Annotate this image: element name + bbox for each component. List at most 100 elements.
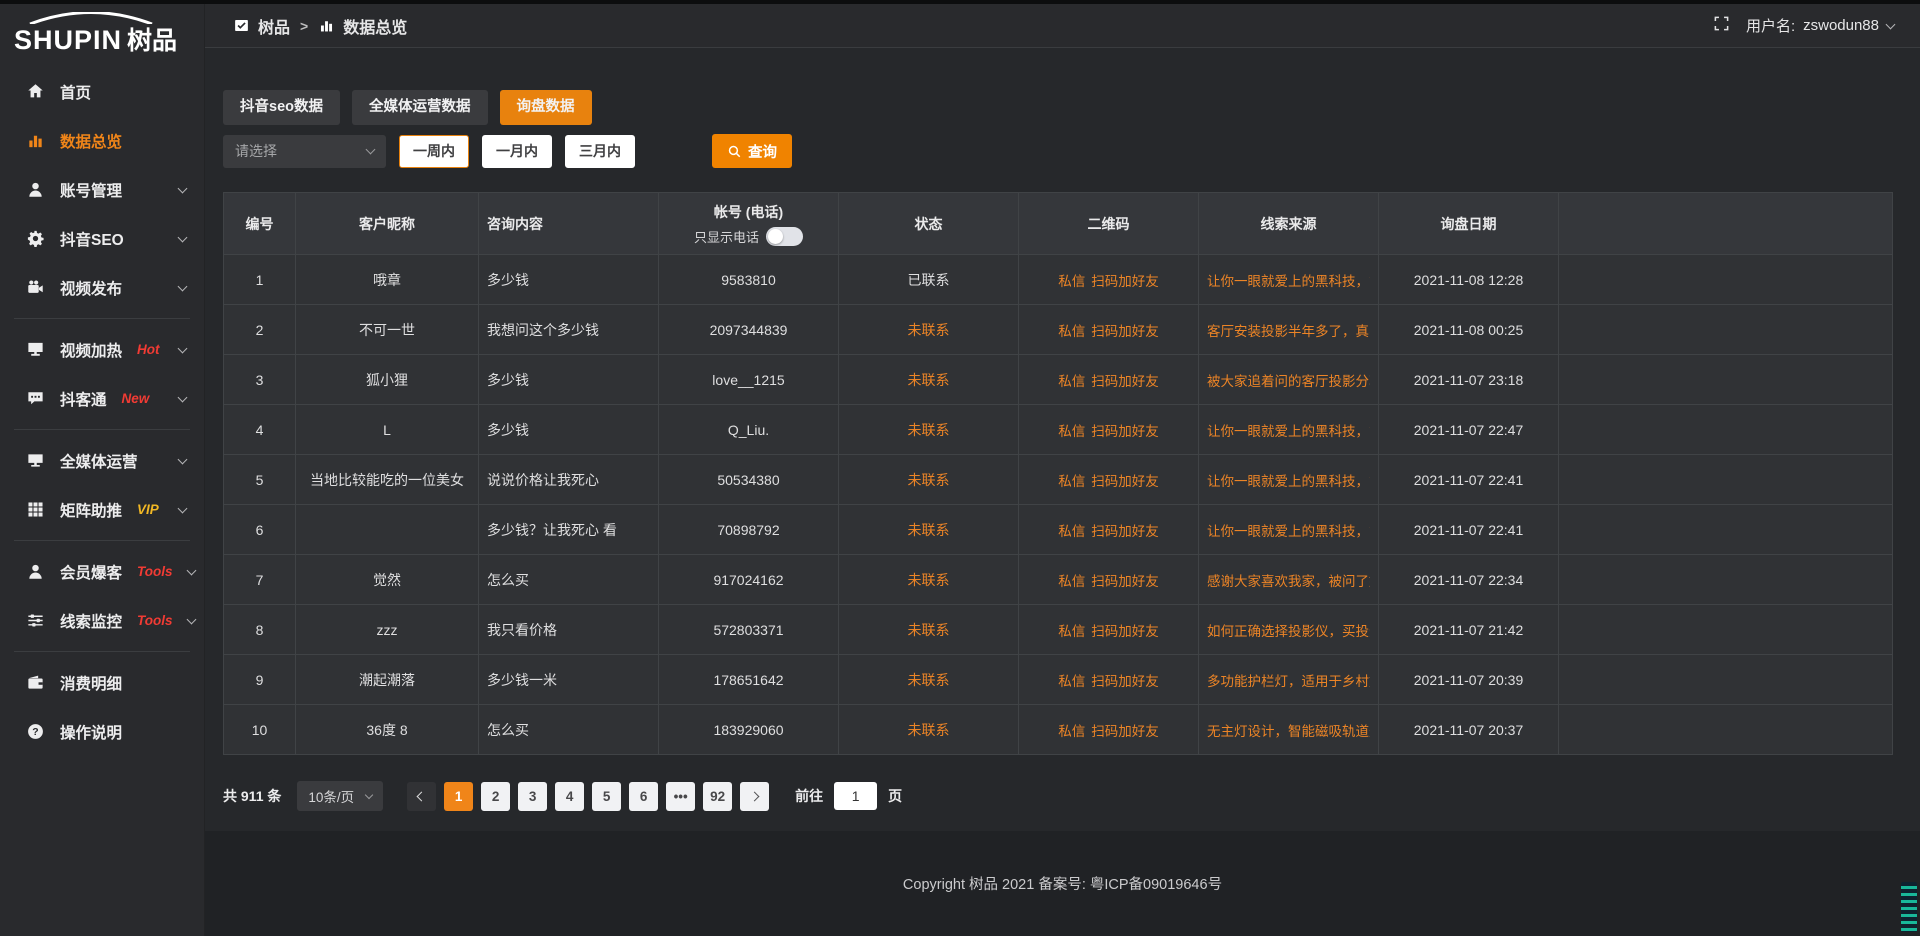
page-ellipsis[interactable]: ••• — [666, 782, 695, 811]
sidebar-item-badge: VIP — [137, 502, 159, 517]
page-button-92[interactable]: 92 — [703, 782, 732, 811]
sidebar-item-omnimedia-operation[interactable]: 全媒体运营 — [0, 436, 204, 485]
sidebar-item-label: 全媒体运营 — [60, 450, 138, 472]
page-button-3[interactable]: 3 — [518, 782, 547, 811]
sidebar-item-home[interactable]: 首页 — [0, 67, 204, 116]
page-button-5[interactable]: 5 — [592, 782, 621, 811]
sidebar-item-data-overview[interactable]: 数据总览 — [0, 116, 204, 165]
col-header-status-label: 状态 — [915, 214, 943, 234]
col-header-date: 询盘日期 — [1379, 193, 1559, 255]
sidebar-item-douketong[interactable]: 抖客通New — [0, 374, 204, 423]
period-button-2[interactable]: 一月内 — [482, 135, 552, 168]
source-link[interactable]: 客厅安装投影半年多了，真实... — [1207, 320, 1370, 340]
sidebar-item-douyin-seo[interactable]: 抖音SEO — [0, 214, 204, 263]
qr-link-scan-add-friend[interactable]: 扫码加好友 — [1091, 370, 1159, 390]
cell-date: 2021-11-07 22:47 — [1379, 405, 1559, 455]
tab-3[interactable]: 询盘数据 — [500, 90, 592, 125]
sidebar-item-video-publish[interactable]: 视频发布 — [0, 263, 204, 312]
qr-link-private-message[interactable]: 私信 — [1058, 520, 1085, 540]
goto-page-input[interactable] — [834, 782, 877, 810]
monitor-icon — [26, 451, 45, 470]
cell-filler — [1559, 305, 1893, 355]
page-size-select[interactable]: 10条/页 — [297, 781, 383, 811]
qr-link-scan-add-friend[interactable]: 扫码加好友 — [1091, 620, 1159, 640]
source-link[interactable]: 让你一眼就爱上的黑科技，能... — [1207, 420, 1370, 440]
logo-brand-cn: 树品 — [127, 21, 177, 57]
qr-link-private-message[interactable]: 私信 — [1058, 570, 1085, 590]
cell-qrcode: 私信扫码加好友 — [1019, 355, 1199, 405]
cell-nickname: 36度 8 — [296, 705, 479, 755]
col-header-content: 咨询内容 — [479, 193, 659, 255]
copyright-text: Copyright 树品 2021 备案号: 粤ICP备09019646号 — [903, 873, 1222, 894]
source-link[interactable]: 让你一眼就爱上的黑科技，能... — [1207, 520, 1370, 540]
sidebar-item-lead-monitor[interactable]: 线索监控Tools — [0, 596, 204, 645]
qr-link-scan-add-friend[interactable]: 扫码加好友 — [1091, 420, 1159, 440]
cell-content: 我想问这个多少钱 — [479, 305, 659, 355]
phone-only-toggle[interactable] — [766, 227, 803, 246]
tab-2[interactable]: 全媒体运营数据 — [352, 90, 488, 125]
source-link[interactable]: 多功能护栏灯，适用于乡村文... — [1207, 670, 1370, 690]
cell-content: 怎么买 — [479, 705, 659, 755]
page-button-4[interactable]: 4 — [555, 782, 584, 811]
qr-link-scan-add-friend[interactable]: 扫码加好友 — [1091, 670, 1159, 690]
source-link[interactable]: 如何正确选择投影仪，买投影... — [1207, 620, 1370, 640]
qr-link-scan-add-friend[interactable]: 扫码加好友 — [1091, 470, 1159, 490]
qr-link-private-message[interactable]: 私信 — [1058, 720, 1085, 740]
camera-icon — [26, 278, 45, 297]
svg-text:?: ? — [32, 727, 38, 738]
filter-select[interactable]: 请选择 — [223, 135, 386, 168]
sidebar-item-help[interactable]: ?操作说明 — [0, 707, 204, 756]
cell-id: 3 — [224, 355, 296, 405]
source-link[interactable]: 被大家追着问的客厅投影分享... — [1207, 370, 1370, 390]
sidebar-item-account-management[interactable]: 账号管理 — [0, 165, 204, 214]
sidebar-item-matrix-push[interactable]: 矩阵助推 VIP — [0, 485, 204, 534]
qr-link-private-message[interactable]: 私信 — [1058, 470, 1085, 490]
qr-link-private-message[interactable]: 私信 — [1058, 620, 1085, 640]
qr-link-private-message[interactable]: 私信 — [1058, 370, 1085, 390]
qr-link-scan-add-friend[interactable]: 扫码加好友 — [1091, 520, 1159, 540]
source-link[interactable]: 感谢大家喜欢我家，被问了好... — [1207, 570, 1370, 590]
fullscreen-icon[interactable] — [1713, 15, 1730, 36]
page-button-6[interactable]: 6 — [629, 782, 658, 811]
prev-page-button[interactable] — [407, 782, 436, 811]
chevron-down-icon — [178, 503, 188, 513]
tab-1[interactable]: 抖音seo数据 — [223, 90, 340, 125]
sidebar-item-consume-detail[interactable]: 消费明细 — [0, 658, 204, 707]
period-button-1[interactable]: 一周内 — [399, 135, 469, 168]
qr-link-scan-add-friend[interactable]: 扫码加好友 — [1091, 570, 1159, 590]
sidebar: SHUPIN 树品 首页数据总览账号管理抖音SEO视频发布视频加热Hot抖客通N… — [0, 4, 205, 936]
sidebar-item-label: 矩阵助推 — [60, 499, 122, 521]
cell-filler — [1559, 355, 1893, 405]
page-button-2[interactable]: 2 — [481, 782, 510, 811]
source-link[interactable]: 无主灯设计，智能磁吸轨道灯... — [1207, 720, 1370, 740]
user-menu[interactable]: 用户名: zswodun88 — [1746, 15, 1894, 36]
qr-link-private-message[interactable]: 私信 — [1058, 670, 1085, 690]
qr-link-private-message[interactable]: 私信 — [1058, 270, 1085, 290]
next-page-button[interactable] — [740, 782, 769, 811]
source-link[interactable]: 让你一眼就爱上的黑科技，能... — [1207, 270, 1370, 290]
cell-status: 未联系 — [839, 605, 1019, 655]
corner-widget[interactable] — [1901, 882, 1917, 932]
qr-link-private-message[interactable]: 私信 — [1058, 320, 1085, 340]
cell-qrcode: 私信扫码加好友 — [1019, 705, 1199, 755]
query-button[interactable]: 查询 — [712, 134, 792, 168]
cell-content: 多少钱？让我死心 看 — [479, 505, 659, 555]
source-link[interactable]: 让你一眼就爱上的黑科技，能... — [1207, 470, 1370, 490]
cell-account: 572803371 — [659, 605, 839, 655]
chat-icon — [26, 389, 45, 408]
chevron-down-icon — [178, 232, 188, 242]
breadcrumb-root[interactable]: 树品 — [258, 14, 290, 38]
period-button-3[interactable]: 三月内 — [565, 135, 635, 168]
qr-link-scan-add-friend[interactable]: 扫码加好友 — [1091, 720, 1159, 740]
cell-qrcode: 私信扫码加好友 — [1019, 505, 1199, 555]
cell-date: 2021-11-07 23:18 — [1379, 355, 1559, 405]
qr-link-scan-add-friend[interactable]: 扫码加好友 — [1091, 320, 1159, 340]
grid-icon — [26, 500, 45, 519]
sidebar-item-video-boost[interactable]: 视频加热Hot — [0, 325, 204, 374]
col-header-source: 线索来源 — [1199, 193, 1379, 255]
cell-content: 我只看价格 — [479, 605, 659, 655]
qr-link-private-message[interactable]: 私信 — [1058, 420, 1085, 440]
page-button-1[interactable]: 1 — [444, 782, 473, 811]
qr-link-scan-add-friend[interactable]: 扫码加好友 — [1091, 270, 1159, 290]
sidebar-item-member-baoke[interactable]: 会员爆客Tools — [0, 547, 204, 596]
